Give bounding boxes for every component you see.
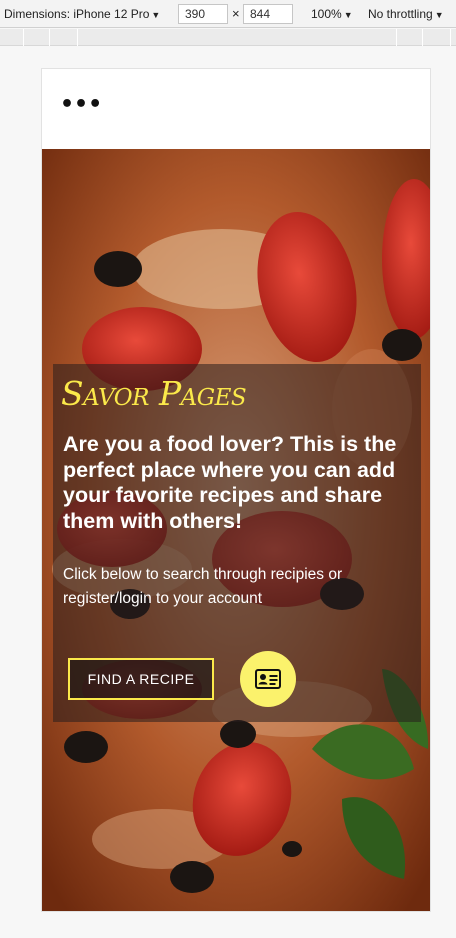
dropdown-caret-icon: ▼ <box>434 10 444 20</box>
hero-overlay-card: Savor Pages Are you a food lover? This i… <box>53 364 421 722</box>
dropdown-caret-icon: ▼ <box>151 10 161 20</box>
find-recipe-button[interactable]: FIND A RECIPE <box>68 658 214 700</box>
times-sign: × <box>232 6 240 21</box>
account-button[interactable] <box>240 651 296 707</box>
hero-section: Savor Pages Are you a food lover? This i… <box>42 149 430 911</box>
viewport-width-input[interactable]: 390 <box>178 4 228 24</box>
device-toolbar: Dimensions: iPhone 12 Pro ▼ 390 × 844 100… <box>0 0 456 28</box>
top-navbar: ••• <box>42 69 430 149</box>
zoom-label: 100% <box>311 7 342 21</box>
brand-title: Savor Pages <box>61 374 247 413</box>
device-dimensions-select[interactable]: Dimensions: iPhone 12 Pro ▼ <box>4 7 160 21</box>
device-dimensions-label: Dimensions: iPhone 12 Pro <box>4 7 150 21</box>
media-query-ruler <box>0 29 456 46</box>
id-card-icon <box>255 669 281 689</box>
viewport-height-input[interactable]: 844 <box>243 4 293 24</box>
zoom-select[interactable]: 100% ▼ <box>311 7 353 21</box>
hero-lead-text: Are you a food lover? This is the perfec… <box>63 432 397 533</box>
dropdown-caret-icon: ▼ <box>343 10 353 20</box>
hero-sub-text: Click below to search through recipies o… <box>63 566 343 607</box>
throttling-select[interactable]: No throttling ▼ <box>368 7 444 21</box>
ellipsis-icon[interactable]: ••• <box>60 94 102 116</box>
device-viewport: ••• Savor Pages Are you a food lover? Th… <box>41 68 431 912</box>
throttling-label: No throttling <box>368 7 433 21</box>
